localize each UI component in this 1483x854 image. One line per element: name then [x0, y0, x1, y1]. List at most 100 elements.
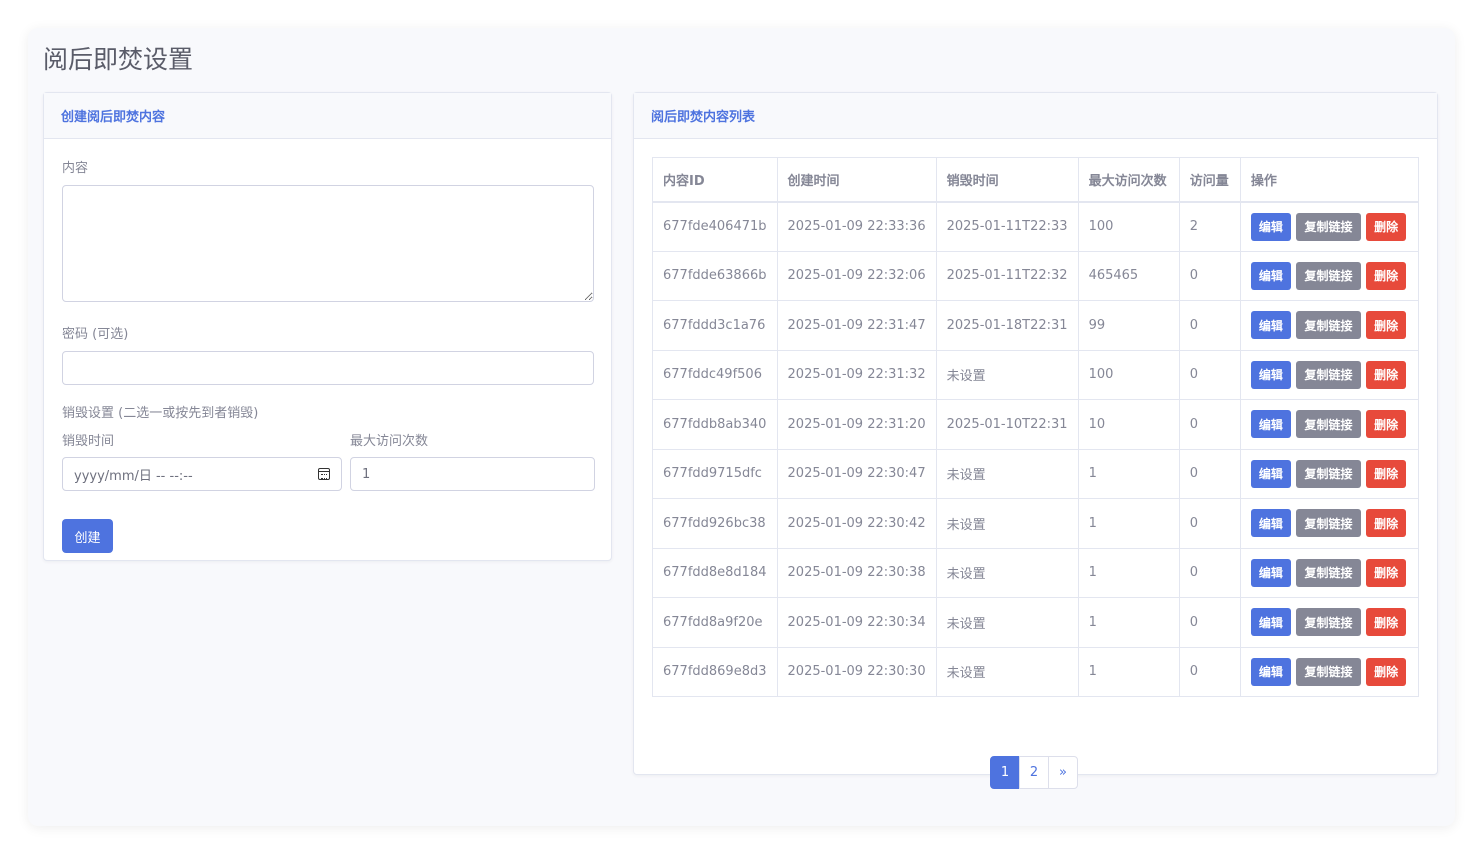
table-row: 677fddc49f506 2025-01-09 22:31:32 未设置 100 0 编… — [652, 349, 1420, 400]
cell-visits: 0 — [1178, 597, 1241, 648]
cell-destroy-time: 2025-01-10T22:31 — [935, 399, 1079, 450]
cell-destroy-time: 2025-01-11T22:33 — [935, 201, 1079, 252]
delete-button[interactable]: 删除 — [1366, 311, 1407, 340]
destroy-time-group: 销毁时间 yyyy/mm/日 -- --:-- — [62, 430, 342, 491]
password-input[interactable] — [62, 351, 594, 385]
edit-button[interactable]: 编辑 — [1250, 608, 1291, 637]
create-button[interactable]: 创建 — [62, 519, 113, 553]
cell-visits: 0 — [1178, 498, 1241, 549]
table-row: 677fdd926bc38 2025-01-09 22:30:42 未设置 1 0 编辑 … — [652, 498, 1420, 549]
table-row: 677fddb8ab340 2025-01-09 22:31:20 2025-01-… — [652, 399, 1420, 450]
cell-destroy-time: 未设置 — [935, 349, 1079, 400]
edit-button[interactable]: 编辑 — [1250, 459, 1291, 488]
delete-button[interactable]: 删除 — [1366, 657, 1407, 686]
copy-link-button[interactable]: 复制链接 — [1296, 360, 1362, 389]
cell-max-visits: 100 — [1077, 349, 1180, 400]
create-form: 内容 密码 (可选) 销毁设置 (二选一或按先到者销毁) 销毁时间 yyyy/m… — [44, 139, 611, 571]
cell-max-visits: 99 — [1077, 300, 1180, 351]
page-container: 阅后即焚设置 创建阅后即焚内容 内容 密码 (可选) 销毁设置 (二选一或按先到… — [28, 28, 1455, 826]
delete-button[interactable]: 删除 — [1366, 360, 1407, 389]
table-header-row: 内容ID 创建时间 销毁时间 最大访问次数 访问量 操作 — [652, 157, 1420, 203]
copy-link-button[interactable]: 复制链接 — [1296, 509, 1362, 538]
cell-created-time: 2025-01-09 22:30:42 — [776, 498, 937, 549]
list-card-header: 阅后即焚内容列表 — [634, 93, 1437, 139]
page-1-button[interactable]: 1 — [990, 756, 1020, 789]
cell-actions: 编辑 复制链接 删除 — [1239, 349, 1420, 400]
content-textarea[interactable] — [62, 185, 594, 302]
table-row: 677fdd9715dfc 2025-01-09 22:30:47 未设置 1 0 编辑 … — [652, 448, 1420, 499]
cell-content-id: 677fdd869e8d3 — [652, 646, 778, 697]
copy-link-button[interactable]: 复制链接 — [1296, 459, 1362, 488]
cell-content-id: 677fdde63866b — [652, 250, 778, 301]
edit-button[interactable]: 编辑 — [1250, 212, 1291, 241]
cell-max-visits: 1 — [1077, 498, 1180, 549]
table-row: 677fddd3c1a76 2025-01-09 22:31:47 2025-01-… — [652, 300, 1420, 351]
cell-content-id: 677fdd8a9f20e — [652, 597, 778, 648]
destroy-settings-label: 销毁设置 (二选一或按先到者销毁) — [62, 406, 259, 421]
create-card: 创建阅后即焚内容 内容 密码 (可选) 销毁设置 (二选一或按先到者销毁) 销毁… — [43, 92, 612, 561]
page-2-button[interactable]: 2 — [1019, 756, 1049, 789]
edit-button[interactable]: 编辑 — [1250, 509, 1291, 538]
delete-button[interactable]: 删除 — [1366, 509, 1407, 538]
delete-button[interactable]: 删除 — [1366, 212, 1407, 241]
delete-button[interactable]: 删除 — [1366, 608, 1407, 637]
cell-visits: 0 — [1178, 349, 1241, 400]
destroy-time-input[interactable]: yyyy/mm/日 -- --:-- — [62, 457, 342, 491]
destroy-settings-row: 销毁时间 yyyy/mm/日 -- --:-- 最大访问次数 — [62, 430, 595, 491]
create-card-header: 创建阅后即焚内容 — [44, 93, 611, 139]
edit-button[interactable]: 编辑 — [1250, 558, 1291, 587]
cell-max-visits: 465465 — [1077, 250, 1180, 301]
list-card: 阅后即焚内容列表 内容ID 创建时间 销毁时间 最大访问次数 访问量 操作 67… — [633, 92, 1438, 789]
col-header-max-visits: 最大访问次数 — [1077, 157, 1180, 203]
cell-content-id: 677fde406471b — [652, 201, 778, 252]
copy-link-button[interactable]: 复制链接 — [1296, 558, 1362, 587]
cell-actions: 编辑 复制链接 删除 — [1239, 646, 1420, 697]
cell-created-time: 2025-01-09 22:32:06 — [776, 250, 937, 301]
cell-visits: 2 — [1178, 201, 1241, 252]
page-title: 阅后即焚设置 — [43, 45, 194, 74]
copy-link-button[interactable]: 复制链接 — [1296, 410, 1362, 439]
max-visits-input[interactable] — [350, 457, 595, 491]
table-body: 677fde406471b 2025-01-09 22:33:36 2025-01-… — [652, 201, 1420, 697]
cell-content-id: 677fdd926bc38 — [652, 498, 778, 549]
cell-created-time: 2025-01-09 22:33:36 — [776, 201, 937, 252]
delete-button[interactable]: 删除 — [1366, 261, 1407, 290]
calendar-icon[interactable] — [318, 468, 330, 480]
table-row: 677fde406471b 2025-01-09 22:33:36 2025-01-… — [652, 201, 1420, 252]
cell-created-time: 2025-01-09 22:30:30 — [776, 646, 937, 697]
cell-destroy-time: 2025-01-11T22:32 — [935, 250, 1079, 301]
col-header-created: 创建时间 — [776, 157, 937, 203]
cell-destroy-time: 未设置 — [935, 597, 1079, 648]
edit-button[interactable]: 编辑 — [1250, 360, 1291, 389]
col-header-id: 内容ID — [652, 157, 778, 203]
col-header-destroy: 销毁时间 — [935, 157, 1079, 203]
next-page-button[interactable]: » — [1048, 756, 1078, 789]
cell-actions: 编辑 复制链接 删除 — [1239, 201, 1420, 252]
edit-button[interactable]: 编辑 — [1250, 261, 1291, 290]
cell-actions: 编辑 复制链接 删除 — [1239, 250, 1420, 301]
cell-max-visits: 1 — [1077, 597, 1180, 648]
copy-link-button[interactable]: 复制链接 — [1296, 212, 1362, 241]
copy-link-button[interactable]: 复制链接 — [1296, 657, 1362, 686]
cell-actions: 编辑 复制链接 删除 — [1239, 498, 1420, 549]
cell-max-visits: 10 — [1077, 399, 1180, 450]
delete-button[interactable]: 删除 — [1366, 459, 1407, 488]
cell-created-time: 2025-01-09 22:30:38 — [776, 547, 937, 598]
delete-button[interactable]: 删除 — [1366, 558, 1407, 587]
destroy-time-label: 销毁时间 — [62, 434, 115, 449]
delete-button[interactable]: 删除 — [1366, 410, 1407, 439]
copy-link-button[interactable]: 复制链接 — [1296, 261, 1362, 290]
cell-content-id: 677fddd3c1a76 — [652, 300, 778, 351]
cell-content-id: 677fdd9715dfc — [652, 448, 778, 499]
content-table: 内容ID 创建时间 销毁时间 最大访问次数 访问量 操作 677fde40647… — [652, 157, 1420, 697]
edit-button[interactable]: 编辑 — [1250, 311, 1291, 340]
col-header-actions: 操作 — [1239, 157, 1420, 203]
cell-visits: 0 — [1178, 300, 1241, 351]
table-row: 677fdd8a9f20e 2025-01-09 22:30:34 未设置 1 0 编辑 … — [652, 597, 1420, 648]
edit-button[interactable]: 编辑 — [1250, 657, 1291, 686]
copy-link-button[interactable]: 复制链接 — [1296, 311, 1362, 340]
edit-button[interactable]: 编辑 — [1250, 410, 1291, 439]
copy-link-button[interactable]: 复制链接 — [1296, 608, 1362, 637]
max-visits-label: 最大访问次数 — [350, 434, 429, 449]
cell-destroy-time: 未设置 — [935, 498, 1079, 549]
